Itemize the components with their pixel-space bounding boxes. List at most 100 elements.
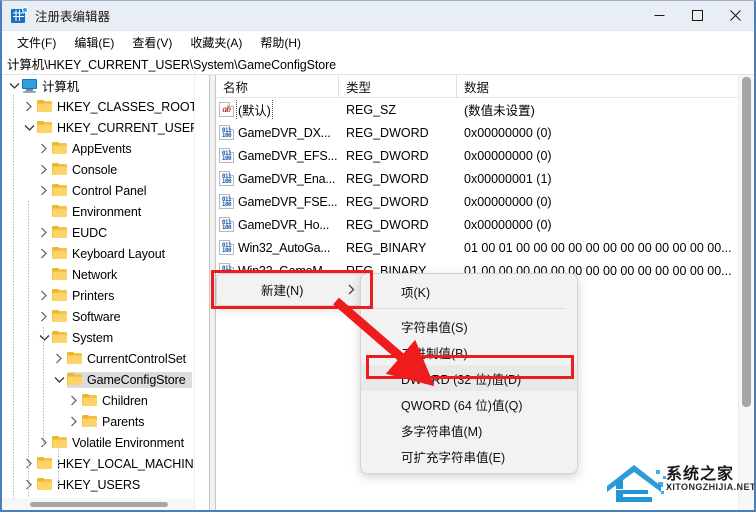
tree-item-system[interactable]: System <box>2 327 194 348</box>
tree-item-content[interactable]: HKEY_CLASSES_ROOT <box>37 99 194 115</box>
tree-item-content[interactable]: HKEY_CURRENT_USER <box>37 120 194 136</box>
chevron-right-icon[interactable] <box>66 416 82 427</box>
tree-item-volatile-environment[interactable]: Volatile Environment <box>2 432 194 453</box>
tree-vertical-scrollbar[interactable] <box>194 75 209 510</box>
chevron-down-icon[interactable] <box>21 124 37 132</box>
tree-item-content[interactable]: Printers <box>52 288 120 304</box>
ctx-new-multi-string[interactable]: 多字符串值(M) <box>361 417 577 443</box>
ctx-new-qword[interactable]: QWORD (64 位)值(Q) <box>361 391 577 417</box>
column-header-name[interactable]: 名称 <box>216 75 339 98</box>
tree-item-control-panel[interactable]: Control Panel <box>2 180 194 201</box>
context-menu-new-submenu[interactable]: 项(K) 字符串值(S) 二进制值(B) DWORD (32 位)值(D) QWORD … <box>360 273 578 474</box>
chevron-right-icon[interactable] <box>36 248 52 259</box>
chevron-right-icon[interactable] <box>36 227 52 238</box>
chevron-right-icon[interactable] <box>66 395 82 406</box>
address-bar[interactable]: 计算机\HKEY_CURRENT_USER\System\GameConfigS… <box>2 53 754 75</box>
column-header-data[interactable]: 数据 <box>457 75 754 98</box>
menu-favorites[interactable]: 收藏夹(A) <box>181 32 251 53</box>
menu-help[interactable]: 帮助(H) <box>251 32 310 53</box>
tree-item-hkey-classes-root[interactable]: HKEY_CLASSES_ROOT <box>2 96 194 117</box>
tree-item-appevents[interactable]: AppEvents <box>2 138 194 159</box>
ctx-new-key[interactable]: 项(K) <box>361 278 577 304</box>
tree-item-content[interactable]: Keyboard Layout <box>52 246 171 262</box>
column-header-type[interactable]: 类型 <box>339 75 457 98</box>
tree-horizontal-scrollbar[interactable] <box>2 498 194 510</box>
chevron-down-icon[interactable] <box>6 82 22 90</box>
tree-item-content[interactable]: Environment <box>52 204 147 220</box>
context-menu-item-new[interactable]: 新建(N) <box>217 274 367 305</box>
registry-value-list[interactable]: ab (默认) REG_SZ (数值未设置) 011 100 GameDVR_DX... RE… <box>216 98 754 282</box>
chevron-right-icon[interactable] <box>36 143 52 154</box>
chevron-right-icon[interactable] <box>36 437 52 448</box>
menu-file[interactable]: 文件(F) <box>8 32 65 53</box>
value-name-cell[interactable]: 011 100 GameDVR_DX... <box>216 125 339 140</box>
tree-item-content[interactable]: Control Panel <box>52 183 152 199</box>
chevron-right-icon[interactable] <box>21 458 37 469</box>
value-name-cell[interactable]: 011 100 GameDVR_EFS... <box>216 148 339 163</box>
tree-item-keyboard-layout[interactable]: Keyboard Layout <box>2 243 194 264</box>
value-name-cell[interactable]: 011 100 GameDVR_Ena... <box>216 171 339 186</box>
ctx-new-expandable-string[interactable]: 可扩充字符串值(E) <box>361 443 577 469</box>
value-name-cell[interactable]: ab (默认) <box>216 100 339 119</box>
tree-item--[interactable]: 计算机 <box>2 75 194 96</box>
tree-item-content[interactable]: System <box>52 330 119 346</box>
tree-item-content[interactable]: GameConfigStore <box>67 371 192 388</box>
tree-item-hkey-current-user[interactable]: HKEY_CURRENT_USER <box>2 117 194 138</box>
tree-item-parents[interactable]: Parents <box>2 411 194 432</box>
tree-item-content[interactable]: Console <box>52 162 123 178</box>
value-row[interactable]: 011 100 GameDVR_Ho... REG_DWORD 0x00000000 (… <box>216 213 754 236</box>
tree-item-currentcontrolset[interactable]: CurrentControlSet <box>2 348 194 369</box>
value-row[interactable]: 011 100 GameDVR_Ena... REG_DWORD 0x00000001 … <box>216 167 754 190</box>
tree-item-content[interactable]: Parents <box>82 414 150 430</box>
value-name-cell[interactable]: 011 100 GameDVR_FSE... <box>216 194 339 209</box>
tree-item-gameconfigstore[interactable]: GameConfigStore <box>2 369 194 390</box>
tree-item-eudc[interactable]: EUDC <box>2 222 194 243</box>
chevron-down-icon[interactable] <box>51 376 67 384</box>
tree-item-content[interactable]: 计算机 <box>22 75 85 96</box>
tree-item-content[interactable]: EUDC <box>52 225 113 241</box>
tree-hscroll-thumb[interactable] <box>30 502 168 507</box>
tree-item-content[interactable]: Network <box>52 267 123 283</box>
maximize-button[interactable] <box>678 1 716 31</box>
value-name-cell[interactable]: 011 100 GameDVR_Ho... <box>216 217 339 232</box>
tree-item-content[interactable]: CurrentControlSet <box>67 351 192 367</box>
ctx-new-string[interactable]: 字符串值(S) <box>361 313 577 339</box>
tree-item-content[interactable]: Volatile Environment <box>52 435 190 451</box>
tree-item-printers[interactable]: Printers <box>2 285 194 306</box>
tree-item-children[interactable]: Children <box>2 390 194 411</box>
menu-edit[interactable]: 编辑(E) <box>65 32 123 53</box>
tree-item-environment[interactable]: Environment <box>2 201 194 222</box>
tree-item-content[interactable]: Children <box>82 393 154 409</box>
tree-item-content[interactable]: HKEY_LOCAL_MACHINE <box>37 456 194 472</box>
value-row[interactable]: ab (默认) REG_SZ (数值未设置) <box>216 98 754 121</box>
tree-item-network[interactable]: Network <box>2 264 194 285</box>
address-path[interactable]: 计算机\HKEY_CURRENT_USER\System\GameConfigS… <box>2 54 336 73</box>
context-menu-new[interactable]: 新建(N) <box>216 273 368 306</box>
list-vscroll-thumb[interactable] <box>742 77 751 407</box>
tree-item-content[interactable]: AppEvents <box>52 141 138 157</box>
chevron-down-icon[interactable] <box>36 334 52 342</box>
tree-item-software[interactable]: Software <box>2 306 194 327</box>
minimize-button[interactable] <box>640 1 678 31</box>
registry-tree[interactable]: 计算机 HKEY_CLASSES_ROOT HKEY_CURRENT_USER App… <box>2 75 194 498</box>
value-row[interactable]: 011 100 GameDVR_FSE... REG_DWORD 0x00000000 … <box>216 190 754 213</box>
value-row[interactable]: 011 100 GameDVR_EFS... REG_DWORD 0x00000000 … <box>216 144 754 167</box>
tree-item-content[interactable]: Software <box>52 309 127 325</box>
tree-item-console[interactable]: Console <box>2 159 194 180</box>
chevron-right-icon[interactable] <box>36 290 52 301</box>
chevron-right-icon[interactable] <box>51 353 67 364</box>
chevron-right-icon[interactable] <box>36 185 52 196</box>
ctx-new-binary[interactable]: 二进制值(B) <box>361 339 577 365</box>
chevron-right-icon[interactable] <box>21 479 37 490</box>
tree-item-hkey-users[interactable]: HKEY_USERS <box>2 474 194 495</box>
ctx-new-dword[interactable]: DWORD (32 位)值(D) <box>361 365 577 391</box>
close-button[interactable] <box>716 1 754 31</box>
chevron-right-icon[interactable] <box>36 164 52 175</box>
value-name-cell[interactable]: 011 100 Win32_AutoGa... <box>216 240 339 255</box>
chevron-right-icon[interactable] <box>36 311 52 322</box>
menu-view[interactable]: 查看(V) <box>123 32 181 53</box>
list-vertical-scrollbar[interactable] <box>738 75 754 510</box>
chevron-right-icon[interactable] <box>21 101 37 112</box>
value-row[interactable]: 011 100 Win32_AutoGa... REG_BINARY 01 00 01 … <box>216 236 754 259</box>
tree-item-hkey-local-machine[interactable]: HKEY_LOCAL_MACHINE <box>2 453 194 474</box>
